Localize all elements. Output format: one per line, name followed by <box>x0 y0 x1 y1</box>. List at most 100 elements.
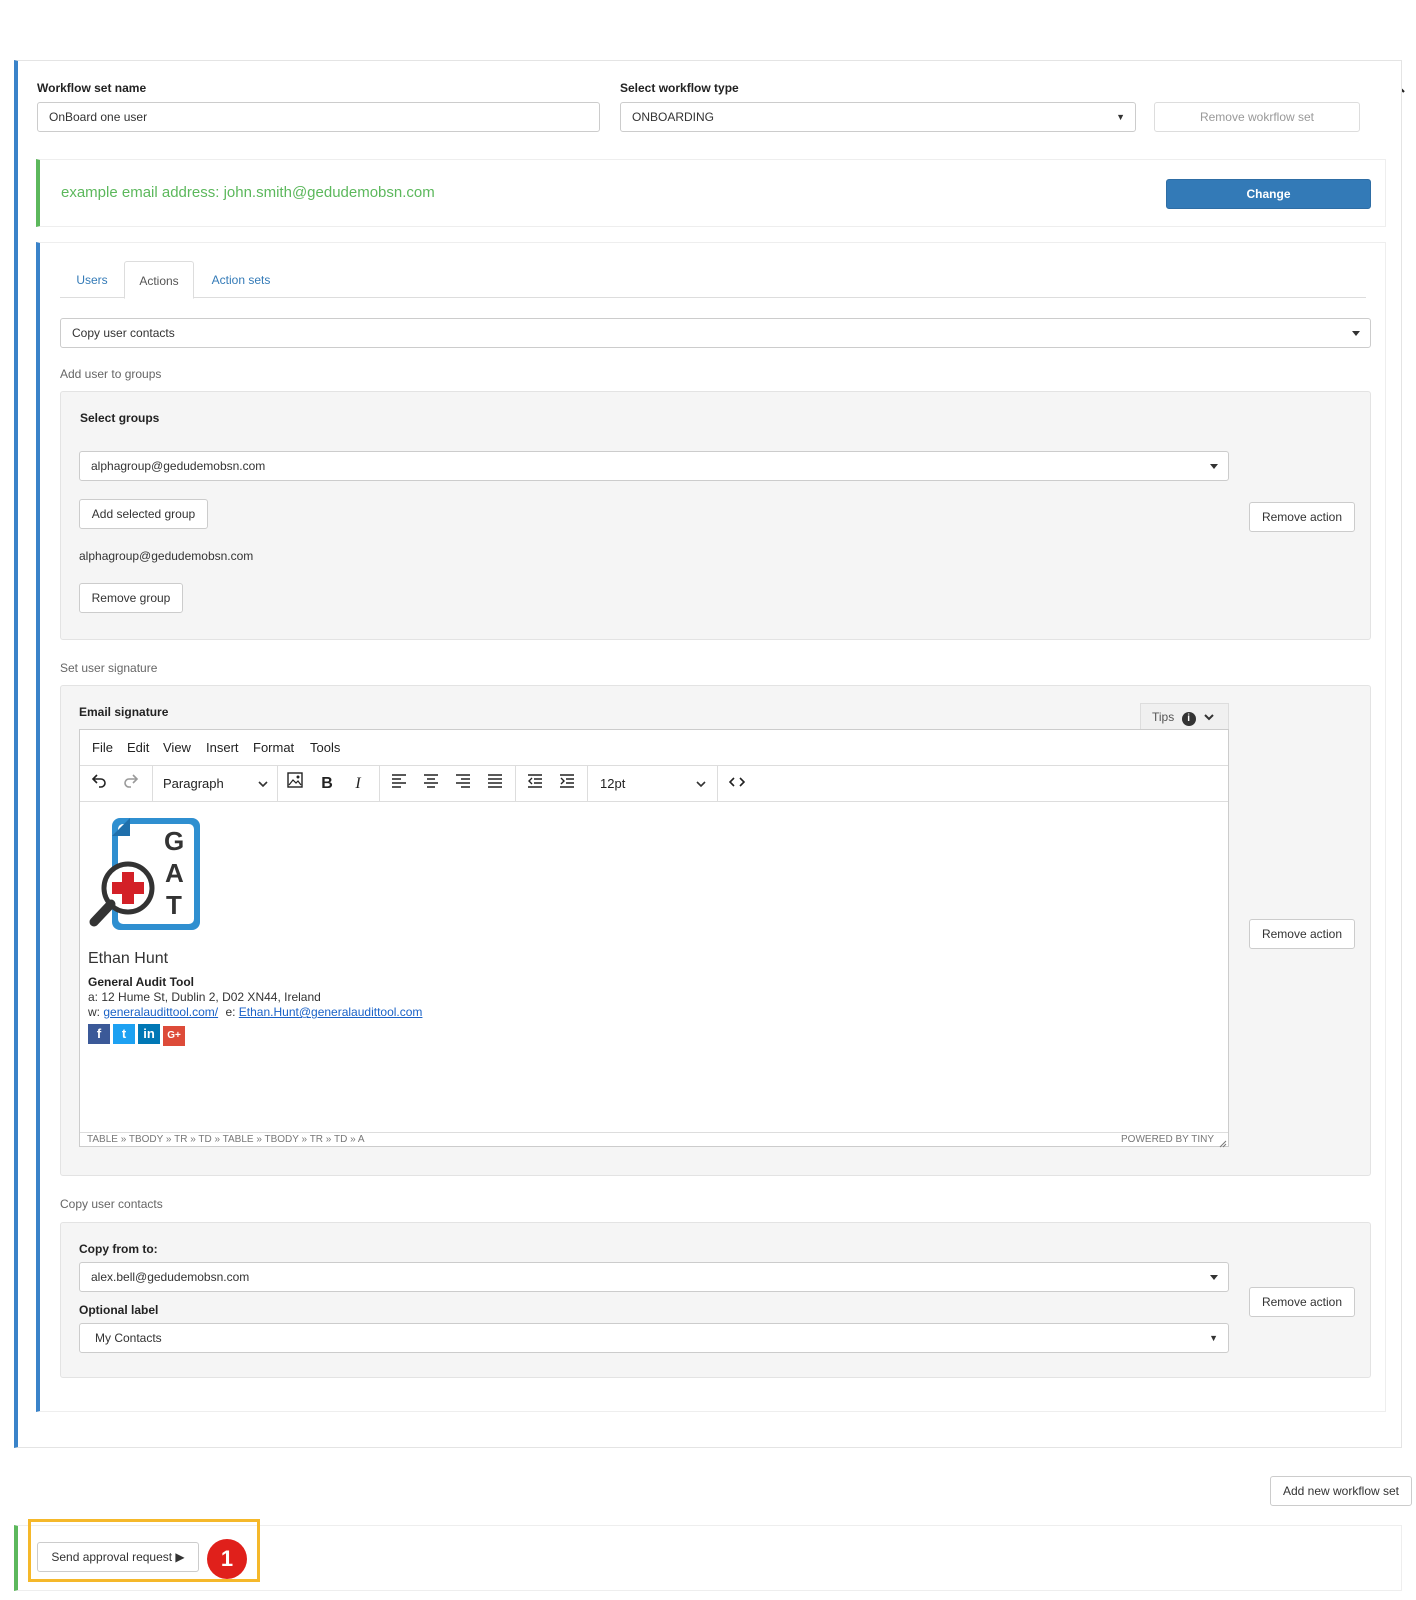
copy-from-label: Copy from to: <box>79 1242 158 1256</box>
action-type-value: Copy user contacts <box>72 326 175 340</box>
source-code-icon[interactable] <box>722 766 752 802</box>
logo-letter-g: G <box>164 826 185 856</box>
align-right-icon[interactable] <box>448 766 478 802</box>
optional-label-select[interactable]: My Contacts ▼ <box>79 1323 1229 1353</box>
redo-icon[interactable] <box>118 766 144 802</box>
workflow-type-select[interactable]: ONBOARDING ▼ <box>620 102 1136 132</box>
tips-label: Tips <box>1152 710 1175 724</box>
facebook-icon[interactable]: f <box>88 1024 110 1044</box>
editor-menubar: File Edit View Insert Format Tools <box>80 730 1228 766</box>
copy-contacts-box <box>60 1222 1371 1378</box>
caret-down-icon <box>1210 1275 1218 1280</box>
address-prefix: a: <box>88 990 99 1004</box>
remove-action-button[interactable]: Remove action <box>1249 1287 1355 1317</box>
tips-button[interactable]: Tips i <box>1140 703 1229 729</box>
email-prefix: e: <box>225 1005 236 1019</box>
select-arrow-icon: ▼ <box>1116 112 1125 122</box>
send-approval-request-button[interactable]: Send approval request ▶ <box>37 1542 199 1572</box>
caret-down-icon <box>1352 331 1360 336</box>
resize-handle-icon[interactable] <box>1219 1137 1227 1151</box>
step-badge: 1 <box>207 1539 247 1579</box>
select-groups-label: Select groups <box>80 411 160 425</box>
workflow-name-input[interactable]: OnBoard one user <box>37 102 600 132</box>
bold-icon[interactable]: B <box>312 766 342 802</box>
signature-section-title: Set user signature <box>60 661 158 675</box>
remove-action-button[interactable]: Remove action <box>1249 919 1355 949</box>
toolbar-separator <box>515 766 516 802</box>
google-plus-icon[interactable]: G+ <box>163 1026 185 1046</box>
remove-group-button[interactable]: Remove group <box>79 583 183 613</box>
info-icon: i <box>1181 712 1196 726</box>
signature-name: Ethan Hunt <box>88 950 169 967</box>
logo-letter-t: T <box>166 890 182 920</box>
gat-logo: G A T <box>86 816 206 934</box>
undo-icon[interactable] <box>86 766 112 802</box>
align-center-icon[interactable] <box>416 766 446 802</box>
menu-view[interactable]: View <box>163 730 191 766</box>
toolbar-separator <box>277 766 278 802</box>
block-format-value: Paragraph <box>163 776 224 791</box>
editor-content[interactable]: G A T Ethan Hunt General Audit Tool a: 1… <box>80 802 1228 1132</box>
menu-tools[interactable]: Tools <box>310 730 340 766</box>
toolbar-separator <box>717 766 718 802</box>
signature-editor: File Edit View Insert Format Tools Parag… <box>79 729 1229 1148</box>
social-icons: f t in G+ <box>88 1024 188 1046</box>
add-groups-section-title: Add user to groups <box>60 367 162 381</box>
align-justify-icon[interactable] <box>480 766 510 802</box>
signature-company: General Audit Tool <box>88 975 195 989</box>
font-size-value: 12pt <box>600 776 626 791</box>
font-size-select[interactable]: 12pt <box>588 766 717 802</box>
editor-toolbar: Paragraph B I 12pt <box>80 766 1228 802</box>
email-signature-label: Email signature <box>79 705 169 719</box>
logo-letter-a: A <box>165 858 184 888</box>
toolbar-separator <box>379 766 380 802</box>
menu-file[interactable]: File <box>92 730 113 766</box>
signature-address-line: a: 12 Hume St, Dublin 2, D02 XN44, Irela… <box>88 990 321 1004</box>
powered-by-tiny[interactable]: POWERED BY TINY <box>1121 1134 1214 1145</box>
remove-workflow-set-button[interactable]: Remove wokrflow set <box>1154 102 1360 132</box>
signature-web-line: w: generalaudittool.com/ e: Ethan.Hunt@g… <box>88 1005 422 1019</box>
menu-insert[interactable]: Insert <box>206 730 239 766</box>
copy-from-select[interactable]: alex.bell@gedudemobsn.com <box>79 1262 1229 1292</box>
indent-icon[interactable] <box>552 766 582 802</box>
web-prefix: w: <box>88 1005 100 1019</box>
menu-format[interactable]: Format <box>253 730 294 766</box>
tab-users[interactable]: Users <box>62 261 122 299</box>
editor-statusbar: TABLE » TBODY » TR » TD » TABLE » TBODY … <box>80 1132 1228 1148</box>
optional-label-label: Optional label <box>79 1303 159 1317</box>
signature-address: 12 Hume St, Dublin 2, D02 XN44, Ireland <box>101 990 321 1004</box>
chevron-down-icon <box>695 767 707 803</box>
selected-group-text: alphagroup@gedudemobsn.com <box>79 549 254 563</box>
chevron-down-icon <box>1203 705 1215 731</box>
twitter-icon[interactable]: t <box>113 1024 135 1044</box>
select-arrow-icon: ▼ <box>1209 1333 1218 1343</box>
add-selected-group-button[interactable]: Add selected group <box>79 499 208 529</box>
menu-edit[interactable]: Edit <box>127 730 149 766</box>
change-button[interactable]: Change <box>1166 179 1371 209</box>
action-type-select[interactable]: Copy user contacts <box>60 318 1371 348</box>
block-format-select[interactable]: Paragraph <box>153 766 277 802</box>
add-new-workflow-set-button[interactable]: Add new workflow set <box>1270 1476 1412 1506</box>
workflow-type-value: ONBOARDING <box>632 110 715 124</box>
add-groups-box <box>60 391 1371 640</box>
example-email-text: example email address: john.smith@gedude… <box>61 184 435 201</box>
tab-actions[interactable]: Actions <box>124 261 194 299</box>
outdent-icon[interactable] <box>520 766 550 802</box>
tab-action-sets[interactable]: Action sets <box>199 261 283 299</box>
italic-icon[interactable]: I <box>343 766 373 802</box>
copy-from-value: alex.bell@gedudemobsn.com <box>91 1270 250 1284</box>
remove-action-button[interactable]: Remove action <box>1249 502 1355 532</box>
signature-email-link[interactable]: Ethan.Hunt@generalaudittool.com <box>239 1005 423 1019</box>
image-icon[interactable] <box>280 766 310 802</box>
signature-web-link[interactable]: generalaudittool.com/ <box>103 1005 218 1019</box>
copy-contacts-section-title: Copy user contacts <box>60 1197 163 1211</box>
workflow-type-label: Select workflow type <box>620 81 739 95</box>
align-left-icon[interactable] <box>384 766 414 802</box>
workflow-name-label: Workflow set name <box>37 81 147 95</box>
linkedin-icon[interactable]: in <box>138 1024 160 1044</box>
groups-select-value: alphagroup@gedudemobsn.com <box>91 459 266 473</box>
element-path: TABLE » TBODY » TR » TD » TABLE » TBODY … <box>87 1134 365 1145</box>
caret-down-icon <box>1210 464 1218 469</box>
chevron-down-icon <box>257 767 269 803</box>
groups-select[interactable]: alphagroup@gedudemobsn.com <box>79 451 1229 481</box>
